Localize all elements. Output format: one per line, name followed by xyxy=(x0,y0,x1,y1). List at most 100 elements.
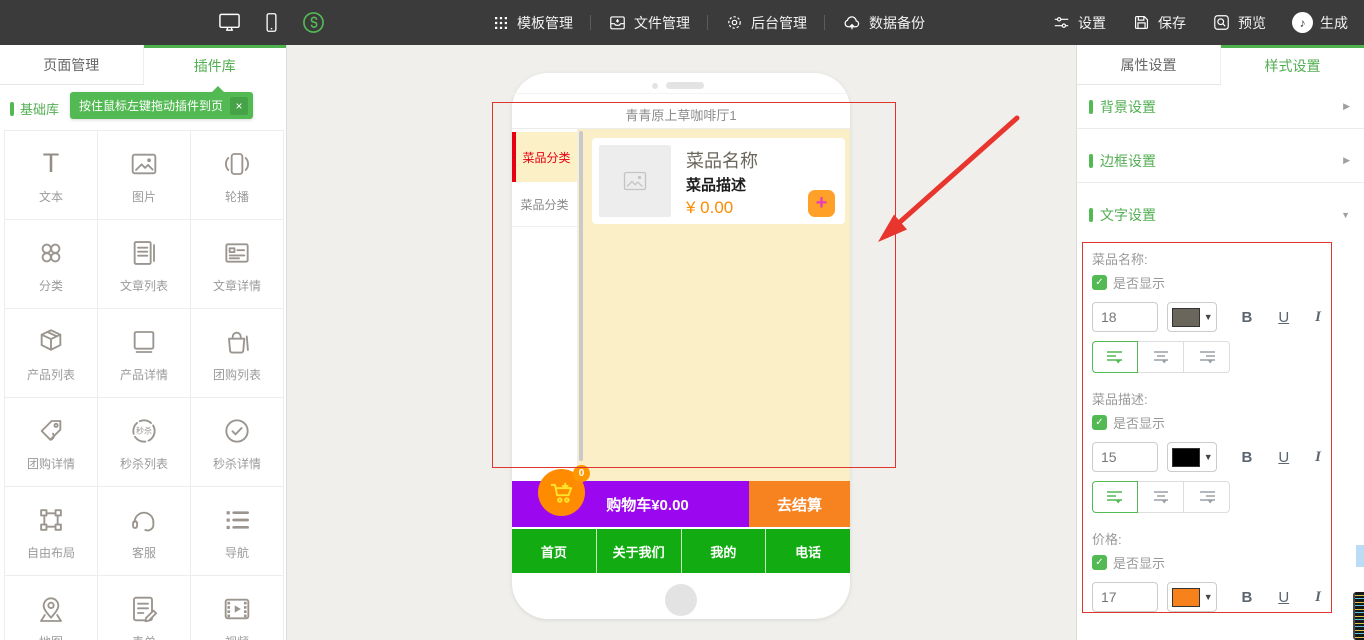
dish-image-placeholder xyxy=(599,145,671,217)
widget-seckill-detail[interactable]: 秒杀详情 xyxy=(191,398,284,487)
tab-page-manage[interactable]: 页面管理 xyxy=(0,45,144,85)
checkout-button[interactable]: 去结算 xyxy=(749,481,850,527)
widget-category[interactable]: 分类 xyxy=(5,220,98,309)
font-size-input[interactable] xyxy=(1092,442,1158,472)
section-background-settings[interactable]: 背景设置 ▶ xyxy=(1077,85,1364,129)
menu-file-manage[interactable]: 文件管理 xyxy=(608,13,690,33)
add-to-cart-button[interactable]: + xyxy=(808,190,835,217)
align-left-button[interactable] xyxy=(1092,481,1138,513)
bold-button[interactable]: B xyxy=(1241,309,1252,326)
bold-button[interactable]: B xyxy=(1241,449,1252,466)
chevron-right-icon[interactable]: ▶ xyxy=(1343,155,1350,166)
dish-card[interactable]: 菜品名称 菜品描述 ¥ 0.00 + xyxy=(592,138,845,224)
chevron-down-icon[interactable]: ▼ xyxy=(1341,210,1350,220)
widget-product-detail[interactable]: 产品详情 xyxy=(98,309,191,398)
widget-image[interactable]: 图片 xyxy=(98,131,191,220)
nav-item-mine[interactable]: 我的 xyxy=(682,529,767,573)
minimap-artifact[interactable] xyxy=(1353,592,1364,640)
section-text-settings[interactable]: 文字设置 ▼ xyxy=(1077,193,1364,237)
align-left-button[interactable] xyxy=(1092,341,1138,373)
show-checkbox[interactable]: ✓ xyxy=(1092,275,1107,290)
color-dropdown[interactable]: ▼ xyxy=(1167,302,1217,332)
italic-button[interactable]: I xyxy=(1315,589,1321,606)
menu-data-backup[interactable]: 数据备份 xyxy=(842,13,925,33)
article-detail-icon xyxy=(221,235,253,271)
align-right-button[interactable] xyxy=(1184,341,1230,373)
save-button[interactable]: 保存 xyxy=(1132,13,1186,33)
widget-seckill-list[interactable]: 秒杀 秒杀列表 xyxy=(98,398,191,487)
menu-template-manage[interactable]: 模板管理 xyxy=(492,13,573,33)
color-dropdown[interactable]: ▼ xyxy=(1167,582,1217,612)
align-center-button[interactable] xyxy=(1138,481,1184,513)
video-icon xyxy=(221,591,253,627)
menu-scrollbar[interactable] xyxy=(579,131,583,461)
widget-map[interactable]: 地图 xyxy=(5,576,98,640)
color-dropdown[interactable]: ▼ xyxy=(1167,442,1217,472)
widget-video[interactable]: 视频 xyxy=(191,576,284,640)
smartphone-icon[interactable] xyxy=(261,12,282,33)
widget-article-list[interactable]: 文章列表 xyxy=(98,220,191,309)
seckill-list-icon: 秒杀 xyxy=(128,413,160,449)
dish-name: 菜品名称 xyxy=(686,147,758,173)
font-size-input[interactable] xyxy=(1092,302,1158,332)
settings-button[interactable]: 设置 xyxy=(1052,13,1106,33)
show-checkbox[interactable]: ✓ xyxy=(1092,555,1107,570)
widget-article-detail[interactable]: 文章详情 xyxy=(191,220,284,309)
align-right-button[interactable] xyxy=(1184,481,1230,513)
groupbuy-detail-icon xyxy=(35,413,67,449)
chevron-right-icon[interactable]: ▶ xyxy=(1343,101,1350,112)
widget-free-layout[interactable]: 自由布局 xyxy=(5,487,98,576)
nav-item-home[interactable]: 首页 xyxy=(512,529,597,573)
menu-backend-manage[interactable]: 后台管理 xyxy=(725,13,807,33)
nav-item-about[interactable]: 关于我们 xyxy=(597,529,682,573)
section-marker xyxy=(1089,100,1093,114)
tab-style-settings[interactable]: 样式设置 xyxy=(1221,45,1364,85)
widget-form[interactable]: 表单 xyxy=(98,576,191,640)
page-title: 青青原上草咖啡厅1 xyxy=(512,102,850,129)
seckill-detail-icon xyxy=(221,413,253,449)
widget-nav[interactable]: 导航 xyxy=(191,487,284,576)
nav-item-phone[interactable]: 电话 xyxy=(766,529,850,573)
close-icon[interactable]: × xyxy=(230,97,248,115)
widget-text[interactable]: T 文本 xyxy=(5,131,98,220)
preview-button[interactable]: 预览 xyxy=(1212,13,1266,33)
link-icon[interactable] xyxy=(302,11,325,34)
monitor-icon[interactable] xyxy=(218,11,241,34)
menu-plugin-region[interactable]: 菜品分类 菜品分类 菜品名称 菜品描述 ¥ 0.00 + xyxy=(512,129,850,481)
italic-button[interactable]: I xyxy=(1315,309,1321,326)
align-center-icon xyxy=(1151,349,1171,365)
tab-widget-library[interactable]: 插件库 xyxy=(144,45,287,85)
tab-attribute-settings[interactable]: 属性设置 xyxy=(1077,45,1221,85)
widget-library-panel: 页面管理 插件库 基础库 按住鼠标左键拖动插件到页 × T 文本 图片 轮播 xyxy=(0,45,287,640)
widget-groupbuy-list[interactable]: 团购列表 xyxy=(191,309,284,398)
align-center-button[interactable] xyxy=(1138,341,1184,373)
article-list-icon xyxy=(128,235,160,271)
color-swatch xyxy=(1172,308,1200,327)
align-center-icon xyxy=(1151,489,1171,505)
bold-button[interactable]: B xyxy=(1241,589,1252,606)
show-checkbox[interactable]: ✓ xyxy=(1092,415,1107,430)
italic-button[interactable]: I xyxy=(1315,449,1321,466)
font-size-input[interactable] xyxy=(1092,582,1158,612)
widget-groupbuy-detail[interactable]: 团购详情 xyxy=(5,398,98,487)
free-layout-icon xyxy=(35,502,67,538)
category-item[interactable]: 菜品分类 xyxy=(512,182,577,227)
text-settings-annotated-box: 菜品名称: ✓ 是否显示 ▼ B U I xyxy=(1082,242,1332,613)
section-border-settings[interactable]: 边框设置 ▶ xyxy=(1077,139,1364,183)
map-icon xyxy=(35,591,67,627)
left-panel-tabs: 页面管理 插件库 xyxy=(0,45,286,85)
gear-icon xyxy=(725,13,744,32)
widget-carousel[interactable]: 轮播 xyxy=(191,131,284,220)
widget-product-list[interactable]: 产品列表 xyxy=(5,309,98,398)
category-item-active[interactable]: 菜品分类 xyxy=(512,132,577,182)
design-canvas[interactable]: 青青原上草咖啡厅1 菜品分类 菜品分类 菜品名称 菜品描述 ¥ 0.00 + xyxy=(288,45,1076,640)
underline-button[interactable]: U xyxy=(1278,589,1289,606)
underline-button[interactable]: U xyxy=(1278,449,1289,466)
save-icon xyxy=(1132,13,1151,32)
menu-label: 模板管理 xyxy=(517,13,573,33)
caret-down-icon: ▼ xyxy=(1204,452,1213,462)
generate-button[interactable]: ♪ 生成 xyxy=(1292,12,1348,33)
widget-service[interactable]: 客服 xyxy=(98,487,191,576)
underline-button[interactable]: U xyxy=(1278,309,1289,326)
topbar-actions: 设置 保存 预览 ♪ 生成 xyxy=(1052,0,1348,45)
